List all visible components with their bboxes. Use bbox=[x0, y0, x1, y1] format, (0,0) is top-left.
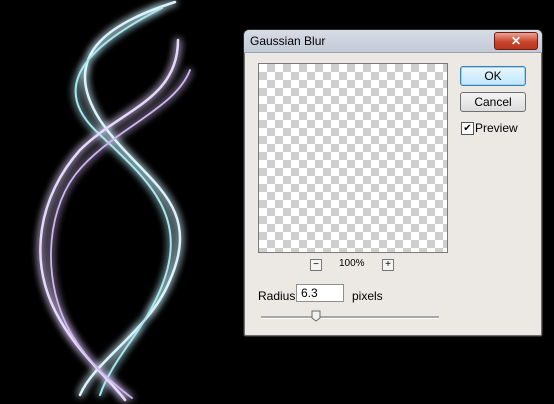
radius-slider-track[interactable] bbox=[261, 316, 439, 319]
checkmark-icon: ✔ bbox=[463, 123, 472, 134]
preview-label: Preview bbox=[475, 121, 518, 135]
radius-label: Radius: bbox=[258, 289, 299, 303]
ok-button[interactable]: OK bbox=[460, 66, 526, 86]
zoom-in-button[interactable]: + bbox=[382, 259, 394, 271]
preview-checkbox[interactable]: ✔ bbox=[461, 122, 474, 135]
preview-area[interactable] bbox=[258, 63, 448, 253]
zoom-level: 100% bbox=[339, 258, 365, 269]
cancel-button[interactable]: Cancel bbox=[460, 92, 526, 112]
gaussian-blur-dialog: Gaussian Blur ✕ − 100% + OK Cancel ✔ Pre… bbox=[243, 29, 543, 337]
dialog-title: Gaussian Blur bbox=[250, 34, 326, 48]
dialog-titlebar[interactable]: Gaussian Blur ✕ bbox=[244, 30, 542, 53]
close-button[interactable]: ✕ bbox=[494, 32, 538, 50]
close-icon: ✕ bbox=[510, 34, 522, 48]
radius-input[interactable] bbox=[296, 284, 344, 302]
radius-unit-label: pixels bbox=[352, 289, 383, 303]
zoom-out-button[interactable]: − bbox=[310, 259, 322, 271]
radius-slider-thumb[interactable] bbox=[311, 310, 321, 322]
